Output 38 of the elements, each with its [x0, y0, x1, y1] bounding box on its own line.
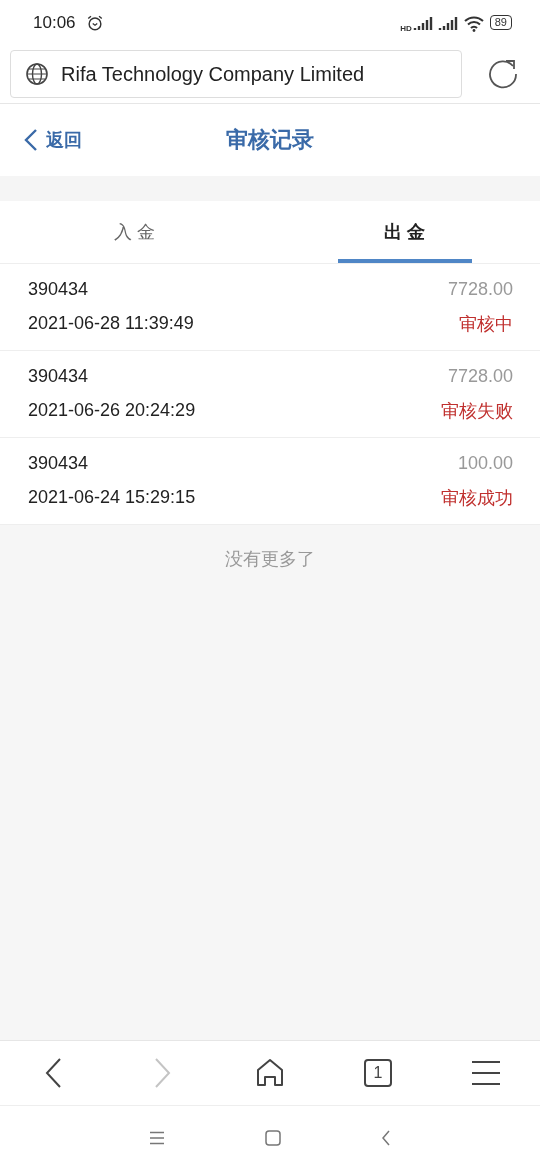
globe-icon: [25, 62, 49, 86]
tab[interactable]: 出 金: [270, 201, 540, 263]
signal-icon: [437, 14, 458, 31]
review-status: 审核成功: [441, 486, 513, 510]
wifi-icon: [462, 13, 485, 32]
record-time: 2021-06-24 15:29:15: [28, 487, 196, 508]
record-time: 2021-06-26 20:24:29: [28, 400, 196, 421]
amount: 7728.00: [447, 278, 513, 300]
record-row[interactable]: 390434 100.00 2021-06-24 15:29:15 审核成功: [0, 438, 540, 525]
account-number: 390434: [28, 452, 89, 474]
amount: 100.00: [457, 452, 513, 474]
amount: 7728.00: [447, 365, 513, 387]
review-status: 审核失败: [441, 399, 513, 423]
page-heading: 审核记录: [226, 126, 314, 154]
record-row[interactable]: 390434 7728.00 2021-06-26 20:24:29 审核失败: [0, 351, 540, 438]
home-button-icon[interactable]: [265, 1130, 281, 1146]
menu-icon[interactable]: [149, 1131, 165, 1145]
back-link[interactable]: 返回: [24, 128, 82, 152]
address-field[interactable]: Rifa Technology Company Limited: [10, 50, 462, 98]
menu-icon[interactable]: [471, 1060, 501, 1086]
record-row[interactable]: 390434 7728.00 2021-06-28 11:39:49 审核中: [0, 264, 540, 351]
signal-icon: [412, 14, 433, 31]
account-number: 390434: [28, 365, 89, 387]
clock-time: 10:06: [33, 12, 76, 33]
account-number: 390434: [28, 278, 89, 300]
tab-count-button[interactable]: 1: [364, 1059, 392, 1087]
back-icon[interactable]: [44, 1057, 64, 1089]
home-icon[interactable]: [255, 1058, 285, 1088]
back-icon[interactable]: [381, 1130, 391, 1146]
tab[interactable]: 入 金: [0, 201, 270, 263]
review-status: 审核中: [459, 312, 513, 336]
page-title: Rifa Technology Company Limited: [61, 62, 365, 86]
alarm-icon: [85, 13, 104, 32]
battery-icon: 89: [489, 15, 512, 30]
hd-label: HD: [400, 24, 412, 33]
record-time: 2021-06-28 11:39:49: [28, 313, 194, 334]
end-of-list-text: 没有更多了: [224, 548, 316, 571]
refresh-icon[interactable]: [486, 57, 520, 91]
